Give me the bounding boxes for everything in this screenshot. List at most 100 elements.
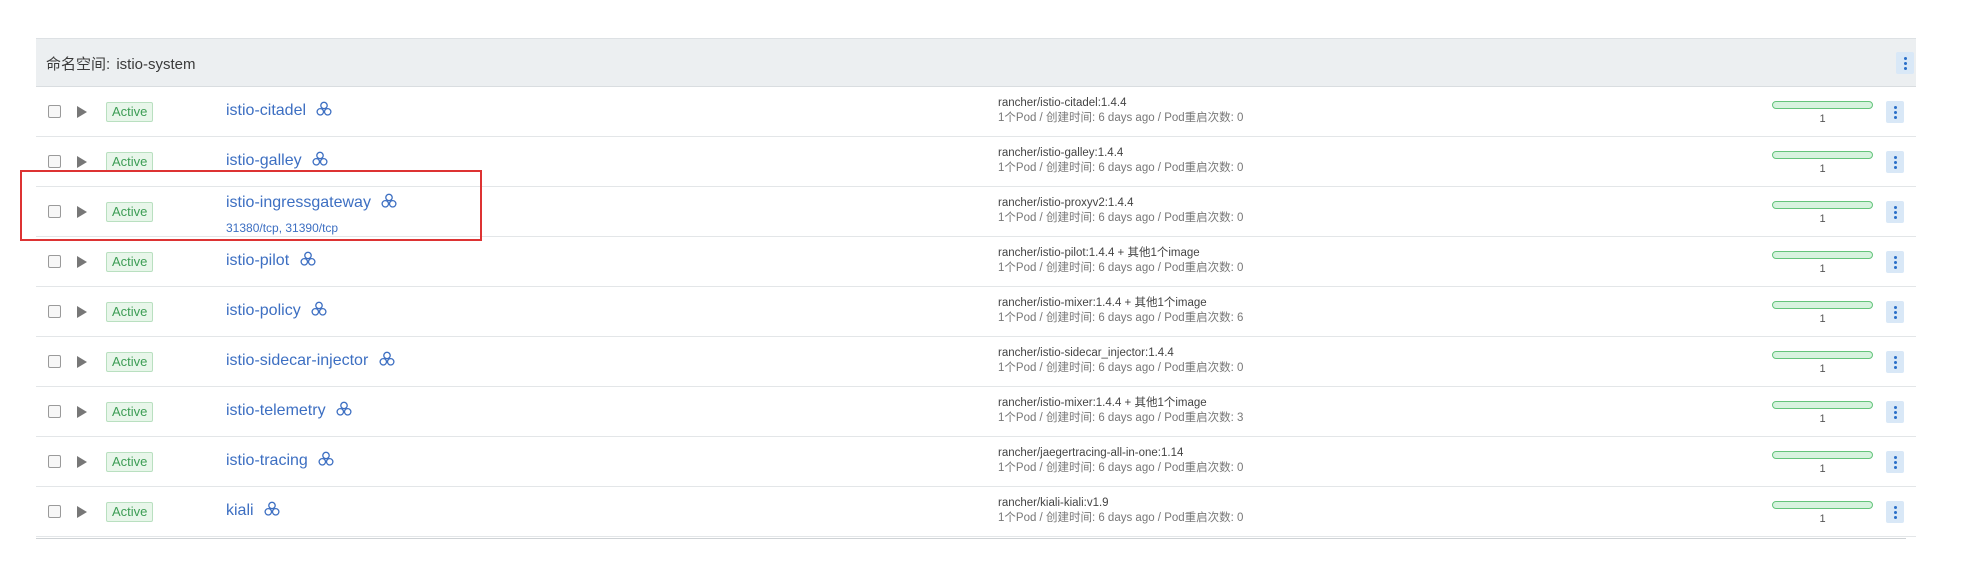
row-checkbox[interactable] [48,505,61,518]
row-checkbox[interactable] [48,255,61,268]
workload-row: Active istio-tracing rancher/jaegertraci… [36,437,1916,487]
scale-indicator: 1 [1772,451,1873,475]
row-menu-button[interactable] [1886,151,1904,173]
pod-meta: 1个Pod / 创建时间: 6 days ago / Pod重启次数: 3 [998,411,1243,426]
workload-cluster-icon [300,251,316,272]
restart-count: Pod重启次数: 0 [1164,112,1244,124]
row-menu-button[interactable] [1886,251,1904,273]
expand-arrow-icon[interactable] [77,256,87,268]
scale-count: 1 [1819,463,1826,475]
workload-cluster-icon [336,401,352,422]
scale-indicator: 1 [1772,251,1873,275]
workload-name-link[interactable]: istio-tracing [226,452,308,469]
pod-count: 1个Pod [998,212,1037,224]
scale-indicator: 1 [1772,401,1873,425]
meta-separator: / [1036,112,1046,124]
image-info: rancher/istio-galley:1.4.4 1个Pod / 创建时间:… [998,146,1243,176]
image-name: rancher/jaegertracing-all-in-one:1.14 [998,447,1184,459]
workload-cluster-icon [318,451,334,472]
namespace-menu-button[interactable] [1896,52,1914,74]
namespace-label-text: 命名空间: [46,56,111,73]
scale-progress-bar [1772,201,1873,209]
expand-arrow-icon[interactable] [77,406,87,418]
image-name: rancher/istio-mixer:1.4.4 [998,397,1122,409]
row-menu-button[interactable] [1886,401,1904,423]
image-info: rancher/istio-mixer:1.4.4 + 其他1个image 1个… [998,396,1243,426]
scale-count: 1 [1819,213,1826,225]
created-time: 创建时间: 6 days ago [1045,462,1155,474]
state-badge: Active [106,102,154,122]
row-checkbox[interactable] [48,305,61,318]
workload-name-link[interactable]: istio-ingressgateway [226,194,371,211]
workload-name-link[interactable]: istio-pilot [226,252,289,269]
meta-separator: / [1036,262,1046,274]
workload-name-link[interactable]: istio-galley [226,152,302,169]
namespace-group-header: 命名空间: istio-system [36,38,1916,87]
extra-images: + 其他1个image [1121,297,1207,309]
state-badge: Active [106,152,154,172]
row-menu-button[interactable] [1886,451,1904,473]
meta-separator: / [1154,462,1165,474]
expand-arrow-icon[interactable] [77,356,87,368]
restart-count: Pod重启次数: 0 [1164,362,1244,374]
scale-progress-bar [1772,301,1873,309]
row-checkbox[interactable] [48,455,61,468]
row-checkbox[interactable] [48,205,61,218]
row-checkbox[interactable] [48,155,61,168]
scale-progress-bar [1772,501,1873,509]
workload-name-link[interactable]: istio-sidecar-injector [226,352,368,369]
meta-separator: / [1036,412,1046,424]
meta-separator: / [1154,312,1165,324]
scale-count: 1 [1819,513,1826,525]
workload-ports-link[interactable]: 31380/tcp, 31390/tcp [226,221,338,235]
meta-separator: / [1154,212,1165,224]
image-info: rancher/istio-proxyv2:1.4.4 1个Pod / 创建时间… [998,196,1243,226]
scale-progress-bar [1772,351,1873,359]
state-badge: Active [106,202,154,222]
scale-indicator: 1 [1772,151,1873,175]
namespace-label: 命名空间: istio-system [46,53,196,74]
workload-name-link[interactable]: istio-policy [226,302,301,319]
expand-arrow-icon[interactable] [77,106,87,118]
workload-name-wrap: istio-galley [226,151,328,172]
pod-meta: 1个Pod / 创建时间: 6 days ago / Pod重启次数: 0 [998,161,1243,176]
created-time: 创建时间: 6 days ago [1045,212,1155,224]
pod-count: 1个Pod [998,412,1037,424]
row-checkbox[interactable] [48,355,61,368]
row-menu-button[interactable] [1886,501,1904,523]
row-menu-button[interactable] [1886,351,1904,373]
meta-separator: / [1036,312,1046,324]
scale-progress-bar [1772,401,1873,409]
expand-arrow-icon[interactable] [77,456,87,468]
state-badge: Active [106,502,154,522]
scale-count: 1 [1819,163,1826,175]
scale-indicator: 1 [1772,201,1873,225]
restart-count: Pod重启次数: 0 [1164,162,1244,174]
workload-name-link[interactable]: istio-telemetry [226,402,326,419]
row-checkbox[interactable] [48,105,61,118]
workload-row: Active istio-sidecar-injector rancher/is… [36,337,1916,387]
row-checkbox[interactable] [48,405,61,418]
image-name: rancher/istio-sidecar_injector:1.4.4 [998,347,1174,359]
row-menu-button[interactable] [1886,301,1904,323]
scale-count: 1 [1819,413,1826,425]
workload-name-wrap: istio-tracing [226,451,334,472]
workload-name-link[interactable]: istio-citadel [226,102,306,119]
expand-arrow-icon[interactable] [77,306,87,318]
workload-row: Active istio-pilot rancher/istio-pilot:1… [36,237,1916,287]
expand-arrow-icon[interactable] [77,506,87,518]
row-menu-button[interactable] [1886,201,1904,223]
pod-meta: 1个Pod / 创建时间: 6 days ago / Pod重启次数: 0 [998,461,1243,476]
pod-meta: 1个Pod / 创建时间: 6 days ago / Pod重启次数: 0 [998,261,1243,276]
expand-arrow-icon[interactable] [77,206,87,218]
row-menu-button[interactable] [1886,101,1904,123]
scale-count: 1 [1819,113,1826,125]
meta-separator: / [1036,462,1046,474]
workload-name-wrap: istio-pilot [226,251,316,272]
workload-name-link[interactable]: kiali [226,502,254,519]
image-name: rancher/istio-proxyv2:1.4.4 [998,197,1134,209]
scale-indicator: 1 [1772,301,1873,325]
expand-arrow-icon[interactable] [77,156,87,168]
image-info: rancher/kiali-kiali:v1.9 1个Pod / 创建时间: 6… [998,496,1243,526]
pod-meta: 1个Pod / 创建时间: 6 days ago / Pod重启次数: 0 [998,111,1243,126]
